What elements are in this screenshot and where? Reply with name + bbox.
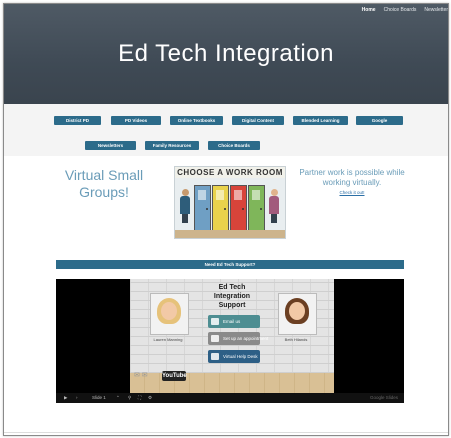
right-avatar[interactable] [278,293,317,335]
menu-blended-learning[interactable]: Blended Learning [293,116,348,125]
check-it-out-link[interactable]: Check it out! [296,190,408,195]
left-avatar-name: Lauren Manning [153,337,183,342]
menu-google[interactable]: Google [356,116,403,125]
top-nav-choice-boards[interactable]: Choice Boards [384,7,417,13]
top-nav-newsletter[interactable]: Newsletter [424,7,448,13]
blue-door [194,185,211,231]
help-desk-button[interactable]: Virtual Help Desk [208,350,260,363]
slide-counter[interactable]: Slide 1 [92,393,106,403]
work-room-banner: CHOOSE A WORK ROOM [175,167,285,178]
left-avatar[interactable] [150,293,189,335]
youtube-logo[interactable]: YouTube [162,371,187,381]
top-nav: Home Choice Boards Newsletter [362,7,448,13]
email-us-button[interactable]: Email us [208,315,260,328]
menu-digital-content[interactable]: Digital Content [232,116,284,125]
right-avatar-name: Beth Hilands [284,337,308,342]
dropdown-icon[interactable]: ⌃ [116,393,120,403]
virtual-groups-title: Virtual Small Groups! [64,167,144,200]
calendar-icon [211,335,219,342]
wood-floor [130,373,334,393]
yellow-door [212,185,229,231]
fullscreen-icon[interactable]: ⛶ [138,393,141,403]
green-door [248,185,265,231]
menu-online-textbooks[interactable]: Online Textbooks [170,116,223,125]
help-desk-icon [211,353,219,360]
menu-district-pd[interactable]: District PD [54,116,101,125]
menu-choice-boards[interactable]: Choice Boards [208,141,260,150]
student-figure [179,189,191,223]
appointment-button[interactable]: Set up an appointment [208,332,268,345]
play-icon[interactable]: ▶ [64,393,67,403]
slide-title: Ed Tech Integration Support [213,284,251,309]
room-floor [175,230,285,238]
menu-band: District PD PD Videos Online Textbooks D… [4,104,448,156]
hero-banner: Home Choice Boards Newsletter Ed Tech In… [4,4,448,104]
link-icon[interactable]: ⚲ [128,393,131,403]
partner-work-text: Partner work is possible while working v… [299,168,405,187]
menu-pd-videos[interactable]: PD Videos [111,116,161,125]
menu-family-resources[interactable]: Family Resources [145,141,199,150]
page-divider [4,432,448,433]
player-controls: ▶ › Slide 1 ⌃ ⚲ ⛶ ⚙ Google Slides [56,393,404,403]
support-bar: Need Ed Tech Support? [56,260,404,269]
site-title: Ed Tech Integration [118,40,334,67]
browser-frame: Home Choice Boards Newsletter Ed Tech In… [3,3,449,436]
settings-icon[interactable]: ⚙ [148,393,152,403]
red-door [230,185,247,231]
work-room-image[interactable]: CHOOSE A WORK ROOM [174,166,286,239]
embedded-slides-player[interactable]: Ed Tech Integration Support Lauren Manni… [56,279,404,403]
envelope-decoration-icon: ✉ ✉ [134,372,148,379]
top-nav-home[interactable]: Home [362,7,376,13]
student-figure [268,189,280,223]
slide-canvas: Ed Tech Integration Support Lauren Manni… [130,279,334,393]
next-icon[interactable]: › [76,393,78,403]
google-slides-brand: Google Slides [369,395,398,400]
email-icon [211,318,219,325]
menu-newsletters[interactable]: Newsletters [85,141,136,150]
